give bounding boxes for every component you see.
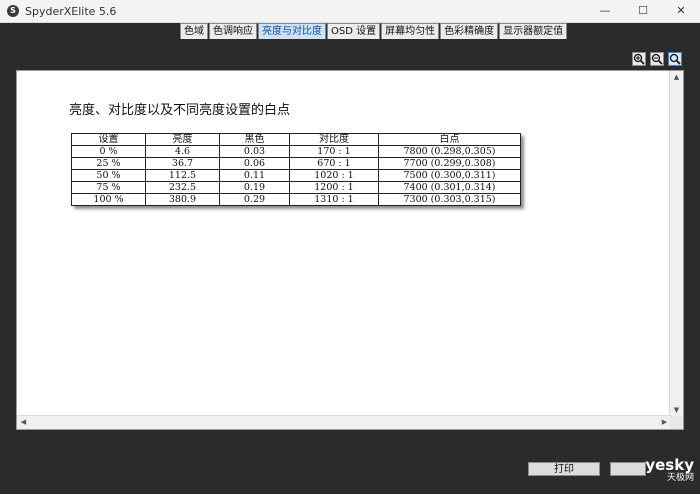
scroll-up-icon[interactable]: ▲ [670, 71, 683, 84]
app-logo-icon: S [7, 5, 19, 17]
print-button[interactable]: 打印 [528, 462, 600, 476]
table-cell: 7700 (0.299,0.308) [378, 157, 521, 170]
watermark-line1: yesky [645, 456, 694, 474]
table-row: 75 % 232.5 0.19 1200 : 1 7400 (0.301,0.3… [71, 181, 521, 194]
table-cell: 1310 : 1 [289, 193, 379, 206]
zoom-fit-icon[interactable] [668, 52, 682, 66]
table-cell: 0.06 [219, 157, 290, 170]
table-cell: 25 % [71, 157, 146, 170]
table-cell: 0.19 [219, 181, 290, 194]
maximize-button[interactable]: ☐ [624, 0, 662, 22]
next-button[interactable] [610, 462, 646, 476]
table-cell: 170 : 1 [289, 145, 379, 158]
watermark-line2: 天极网 [666, 473, 694, 483]
column-header: 设置 [71, 133, 146, 146]
tab-screen-uniformity[interactable]: 屏幕均匀性 [381, 23, 440, 39]
column-header: 白点 [378, 133, 521, 146]
table-cell: 75 % [71, 181, 146, 194]
table-cell: 50 % [71, 169, 146, 182]
tab-gamut[interactable]: 色域 [180, 23, 208, 39]
zoom-in-icon[interactable] [632, 52, 646, 66]
table-cell: 1020 : 1 [289, 169, 379, 182]
table-row: 0 % 4.6 0.03 170 : 1 7800 (0.298,0.305) [71, 145, 521, 158]
table-row: 25 % 36.7 0.06 670 : 1 7700 (0.299,0.308… [71, 157, 521, 170]
report-tabs: 色域 色调响应 亮度与对比度 OSD 设置 屏幕均匀性 色彩精确度 显示器额定值 [180, 23, 568, 39]
scroll-left-icon[interactable]: ◀ [17, 416, 30, 429]
brightness-table: 设置 亮度 黑色 对比度 白点 0 % 4.6 0.03 170 : 1 780… [71, 133, 521, 206]
watermark: yesky 天极网 [645, 457, 694, 483]
close-button[interactable]: ✕ [662, 0, 700, 22]
tab-osd-settings[interactable]: OSD 设置 [327, 23, 381, 39]
table-cell: 36.7 [145, 157, 220, 170]
zoom-out-icon[interactable] [650, 52, 664, 66]
horizontal-scrollbar[interactable]: ◀ ▶ [17, 415, 671, 429]
tab-monitor-rating[interactable]: 显示器额定值 [499, 23, 568, 39]
table-cell: 7300 (0.303,0.315) [378, 193, 521, 206]
report-panel: 亮度、对比度以及不同亮度设置的白点 设置 亮度 黑色 对比度 白点 0 % 4.… [16, 70, 684, 430]
column-header: 亮度 [145, 133, 220, 146]
table-cell: 0 % [71, 145, 146, 158]
vertical-scrollbar[interactable]: ▲ ▼ [669, 71, 683, 417]
table-cell: 7500 (0.300,0.311) [378, 169, 521, 182]
tab-color-accuracy[interactable]: 色彩精确度 [440, 23, 499, 39]
table-cell: 0.03 [219, 145, 290, 158]
tab-tone-response[interactable]: 色调响应 [209, 23, 257, 39]
table-cell: 1200 : 1 [289, 181, 379, 194]
table-cell: 380.9 [145, 193, 220, 206]
minimize-button[interactable]: — [586, 0, 624, 22]
scrollbar-corner [670, 416, 683, 429]
column-header: 对比度 [289, 133, 379, 146]
table-row: 50 % 112.5 0.11 1020 : 1 7500 (0.300,0.3… [71, 169, 521, 182]
column-header: 黑色 [219, 133, 290, 146]
window-title: SpyderXElite 5.6 [25, 4, 117, 18]
table-header-row: 设置 亮度 黑色 对比度 白点 [71, 133, 521, 146]
table-cell: 100 % [71, 193, 146, 206]
table-cell: 112.5 [145, 169, 220, 182]
title-bar: S SpyderXElite 5.6 — ☐ ✕ [0, 0, 700, 23]
table-cell: 232.5 [145, 181, 220, 194]
table-cell: 7800 (0.298,0.305) [378, 145, 521, 158]
table-cell: 0.11 [219, 169, 290, 182]
table-cell: 7400 (0.301,0.314) [378, 181, 521, 194]
table-row: 100 % 380.9 0.29 1310 : 1 7300 (0.303,0.… [71, 193, 521, 206]
table-cell: 4.6 [145, 145, 220, 158]
tab-brightness-contrast[interactable]: 亮度与对比度 [258, 23, 326, 39]
report-heading: 亮度、对比度以及不同亮度设置的白点 [69, 103, 291, 118]
table-cell: 670 : 1 [289, 157, 379, 170]
table-cell: 0.29 [219, 193, 290, 206]
